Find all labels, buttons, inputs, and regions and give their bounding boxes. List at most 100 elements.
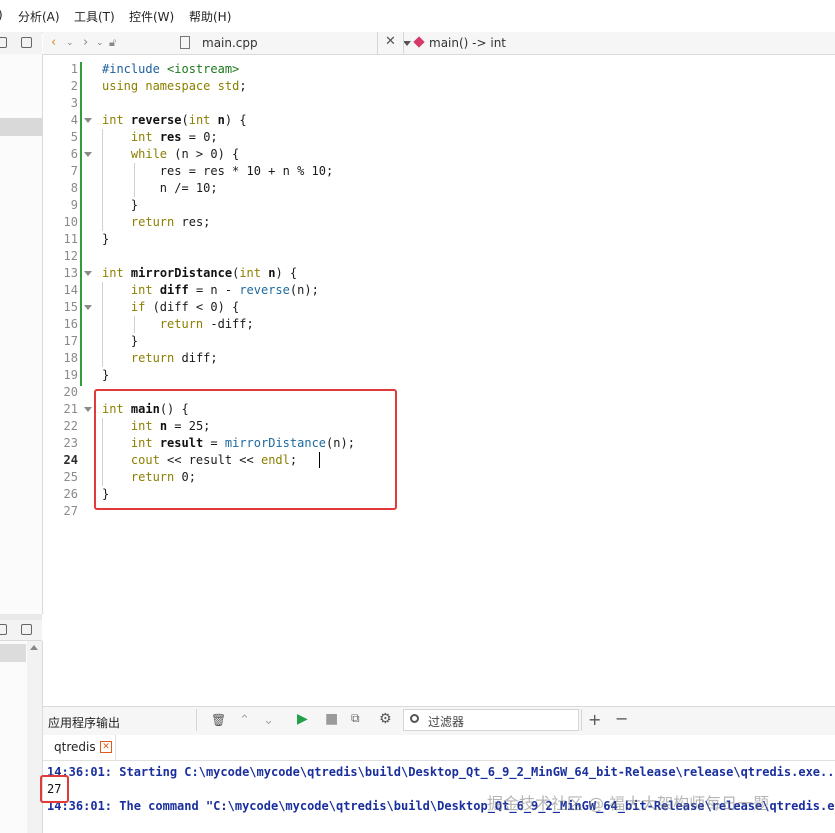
- code-line-4[interactable]: int reverse(int n) {: [102, 112, 247, 129]
- line-number: 4: [70, 113, 78, 127]
- code-line-7[interactable]: res = res * 10 + n % 10;: [102, 163, 333, 180]
- filter-input[interactable]: 过滤器: [403, 709, 579, 731]
- fold-marker-icon[interactable]: [84, 152, 92, 157]
- next-item-icon[interactable]: ⌄: [263, 713, 274, 728]
- nav-forward-icon[interactable]: ›: [83, 35, 88, 50]
- zoom-in-icon[interactable]: +: [588, 710, 601, 729]
- file-selector[interactable]: main.cpp: [174, 33, 419, 53]
- line-number: 8: [70, 181, 78, 195]
- fold-marker-icon[interactable]: [84, 118, 92, 123]
- scroll-up-icon[interactable]: [30, 645, 38, 650]
- line-number: 26: [63, 487, 78, 501]
- line-number: 23: [63, 436, 78, 450]
- code-line-5[interactable]: int res = 0;: [102, 129, 218, 146]
- settings-gear-icon[interactable]: ⚙: [379, 711, 392, 727]
- sidebar-view-icon[interactable]: [0, 37, 7, 48]
- line-number: 13: [63, 266, 78, 280]
- lock-icon[interactable]: 🔓︎: [109, 36, 116, 50]
- line-number: 22: [63, 419, 78, 433]
- close-document-icon[interactable]: ✕: [385, 34, 396, 49]
- line-number: 6: [70, 147, 78, 161]
- line-number: 20: [63, 385, 78, 399]
- line-number: 1: [70, 62, 78, 76]
- code-line-13[interactable]: int mirrorDistance(int n) {: [102, 265, 297, 282]
- fold-marker-icon[interactable]: [84, 407, 92, 412]
- menu-widgets[interactable]: 控件(W): [129, 8, 174, 25]
- code-line-6[interactable]: while (n > 0) {: [102, 146, 239, 163]
- file-dropdown-icon[interactable]: [403, 41, 411, 46]
- fold-marker-icon[interactable]: [84, 305, 92, 310]
- main-function-highlight: [94, 389, 397, 510]
- nav-forward-menu-icon[interactable]: ⌄: [96, 38, 104, 48]
- project-tree[interactable]: [0, 54, 43, 614]
- project-tree-selected-item[interactable]: [0, 118, 42, 136]
- code-line-19[interactable]: }: [102, 367, 109, 384]
- open-documents-selected-item[interactable]: [0, 644, 26, 662]
- output-tab-bar: qtredis ✕: [43, 735, 835, 761]
- line-number: 14: [63, 283, 78, 297]
- line-number: 3: [70, 96, 78, 110]
- watermark-text: 掘金技术社区 @ 福大大架构师每日一题: [487, 794, 770, 813]
- code-line-11[interactable]: }: [102, 231, 109, 248]
- code-line-15[interactable]: if (diff < 0) {: [102, 299, 239, 316]
- line-number: 21: [63, 402, 78, 416]
- nav-back-icon[interactable]: ‹: [51, 35, 56, 50]
- sidebar-split-icon[interactable]: [21, 37, 32, 48]
- symbol-selector[interactable]: main() -> int: [429, 36, 506, 50]
- header-separator: [196, 709, 197, 731]
- code-line-14[interactable]: int diff = n - reverse(n);: [102, 282, 319, 299]
- line-number: 10: [63, 215, 78, 229]
- toolbar-separator: [377, 32, 378, 54]
- attach-debugger-icon[interactable]: ⧉: [351, 711, 360, 726]
- stop-icon[interactable]: ■: [325, 711, 338, 727]
- code-line-2[interactable]: using namespace std;: [102, 78, 247, 95]
- menu-tools[interactable]: 工具(T): [74, 8, 115, 25]
- run-icon[interactable]: ▶: [297, 711, 308, 727]
- search-icon: [410, 714, 419, 723]
- sidebar-toolbar: [0, 32, 42, 55]
- output-tab[interactable]: qtredis ✕: [43, 735, 116, 760]
- sidebar-bottom-view-icon[interactable]: [0, 624, 7, 635]
- menu-edge: ): [0, 8, 3, 22]
- line-number: 7: [70, 164, 78, 178]
- menu-help[interactable]: 帮助(H): [189, 8, 231, 25]
- fold-marker-icon[interactable]: [84, 271, 92, 276]
- line-number: 12: [63, 249, 78, 263]
- line-number: 17: [63, 334, 78, 348]
- line-number: 19: [63, 368, 78, 382]
- menu-bar: ) 分析(A) 工具(T) 控件(W) 帮助(H): [0, 0, 835, 33]
- line-number: 5: [70, 130, 78, 144]
- code-line-10[interactable]: return res;: [102, 214, 210, 231]
- line-number: 11: [63, 232, 78, 246]
- code-line-1[interactable]: #include <iostream>: [102, 61, 239, 78]
- file-icon: [180, 36, 190, 49]
- code-line-18[interactable]: return diff;: [102, 350, 218, 367]
- line-number: 16: [63, 317, 78, 331]
- code-line-16[interactable]: return -diff;: [102, 316, 254, 333]
- editor-toolbar: ‹ ⌄ › ⌄ 🔓︎ main.cpp ✕ main() -> int: [43, 32, 835, 55]
- line-number: 2: [70, 79, 78, 93]
- previous-item-icon[interactable]: ⌃: [239, 713, 250, 728]
- line-number: 27: [63, 504, 78, 518]
- file-name: main.cpp: [202, 36, 258, 50]
- nav-back-menu-icon[interactable]: ⌄: [66, 38, 74, 48]
- filter-placeholder: 过滤器: [428, 715, 465, 729]
- code-line-9[interactable]: }: [102, 197, 138, 214]
- zoom-out-icon[interactable]: −: [615, 709, 628, 728]
- clear-output-icon[interactable]: 🗑︎: [211, 713, 226, 727]
- output-line-start: 14:36:01: Starting C:\mycode\mycode\qtre…: [47, 765, 835, 779]
- change-indicator-bar: [80, 62, 82, 386]
- result-highlight: [40, 775, 69, 803]
- sidebar-bottom-split-icon[interactable]: [21, 624, 32, 635]
- line-number: 9: [70, 198, 78, 212]
- code-line-8[interactable]: n /= 10;: [102, 180, 218, 197]
- close-tab-icon[interactable]: ✕: [100, 741, 112, 753]
- menu-analyze[interactable]: 分析(A): [18, 8, 60, 25]
- output-tab-label: qtredis: [54, 740, 96, 754]
- code-line-17[interactable]: }: [102, 333, 138, 350]
- toolbar-separator-2: [403, 32, 404, 54]
- output-pane-title: 应用程序输出: [48, 716, 121, 730]
- sidebar-bottom-toolbar: [0, 620, 42, 641]
- open-documents-scrollbar[interactable]: [27, 641, 42, 833]
- current-line-number: 24: [63, 453, 78, 467]
